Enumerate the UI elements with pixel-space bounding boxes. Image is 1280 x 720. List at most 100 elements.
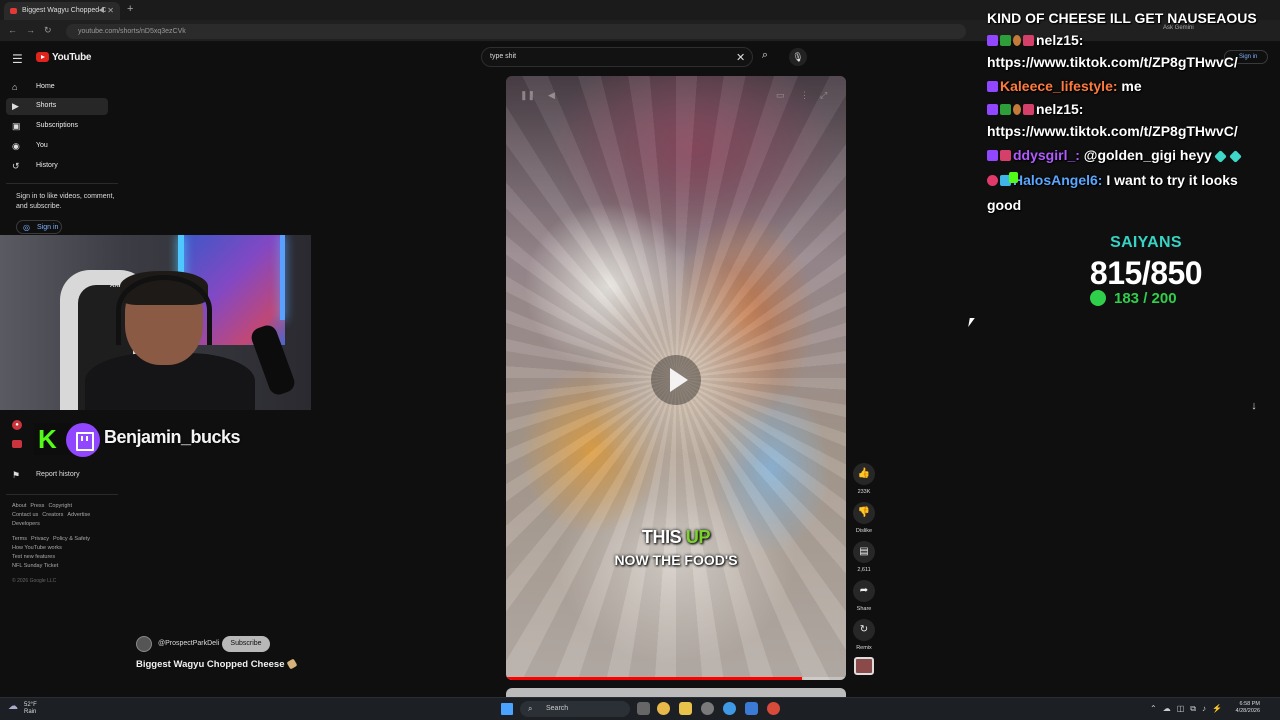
footer-link-creators[interactable]: Creators <box>42 512 63 518</box>
weather-widget[interactable]: ☁ 52°F Rain <box>8 702 37 716</box>
footer-link-press[interactable]: Press <box>30 503 44 509</box>
chat-text: I want to try it looks <box>1102 172 1238 188</box>
footer-link-test-features[interactable]: Test new features <box>12 554 55 560</box>
chat-username: Kaleece_lifestyle: <box>1000 78 1118 94</box>
windows-start-icon[interactable] <box>501 703 513 715</box>
sidebar-item-subscriptions[interactable]: ▣ Subscriptions <box>6 118 108 135</box>
taskbar-search[interactable]: ⌕ Search <box>520 701 630 717</box>
footer-link-contact[interactable]: Contact us <box>12 512 38 518</box>
verified-badge-icon <box>1000 104 1011 115</box>
sidebar-item-home[interactable]: ⌂ Home <box>6 79 108 96</box>
dislike-label: Dislike <box>855 528 873 534</box>
chrome-icon[interactable] <box>723 702 736 715</box>
report-history-button[interactable]: ⚑ Report history <box>12 470 80 480</box>
search-input[interactable]: type shit <box>490 53 516 60</box>
webcam-led-strip <box>280 235 285 320</box>
chat-text: https://www.tiktok.com/t/ZP8gTHwvC/ <box>987 123 1238 139</box>
remix-label: Remix <box>856 645 872 651</box>
shorts-icon: ▶ <box>12 101 19 111</box>
captions-icon[interactable]: ▭ <box>776 90 785 101</box>
subscriptions-icon: ▣ <box>12 121 21 131</box>
sidebar-item-history[interactable]: ↺ History <box>6 158 108 175</box>
url-field[interactable]: youtube.com/shorts/nD5xq3ezCVk <box>66 24 966 39</box>
comment-icon[interactable]: ▤ <box>853 541 875 563</box>
sidebar-item-label: Shorts <box>36 102 57 109</box>
footer-link-nfl[interactable]: NFL Sunday Ticket <box>12 563 58 569</box>
channel-name[interactable]: @ProspectParkDeli <box>158 640 219 647</box>
menu-icon[interactable]: ☰ <box>12 52 23 66</box>
new-tab-button[interactable]: + <box>127 3 133 15</box>
gift-badge-icon <box>1000 150 1011 161</box>
weather-condition: Rain <box>24 709 37 715</box>
obs-icon[interactable] <box>767 702 780 715</box>
sidebar-item-label: History <box>36 162 58 169</box>
back-icon[interactable]: ← <box>8 25 17 35</box>
chat-username: ddysgirl_: <box>1013 147 1080 163</box>
chat-message: ddysgirl_: @golden_gigi heyy <box>987 144 1242 167</box>
kick-badge-icon <box>1009 172 1018 183</box>
thumbs-up-icon[interactable]: 👍 <box>853 463 875 485</box>
channel-avatar[interactable] <box>136 636 152 652</box>
forward-icon[interactable]: → <box>26 25 35 35</box>
like-button[interactable]: 👍 233K <box>850 463 878 495</box>
pause-icon[interactable]: ❚❚ <box>520 90 535 101</box>
like-count: 233K <box>857 489 871 495</box>
microphone-icon[interactable]: 🎙 <box>789 48 807 66</box>
footer-link-copyright[interactable]: Copyright <box>48 503 72 509</box>
footer-link-developers[interactable]: Developers <box>12 521 40 527</box>
chat-text: KIND OF CHEESE ILL GET NAUSEAOUS <box>987 10 1257 26</box>
task-view-icon[interactable] <box>637 702 650 715</box>
share-icon[interactable]: ➦ <box>853 580 875 602</box>
reload-icon[interactable]: ↻ <box>44 25 52 36</box>
footer-link-terms[interactable]: Terms <box>12 536 27 542</box>
search-box[interactable]: type shit ✕ <box>481 47 753 67</box>
audio-thumbnail[interactable] <box>854 657 874 675</box>
thumbs-down-icon[interactable]: 👎 <box>853 502 875 524</box>
history-icon: ↺ <box>12 161 20 171</box>
fullscreen-icon[interactable]: ⤢ <box>820 90 827 101</box>
footer-link-privacy[interactable]: Privacy <box>31 536 49 542</box>
you-icon: ◉ <box>12 141 20 151</box>
verified-badge-icon <box>1000 35 1011 46</box>
sidebar-item-shorts[interactable]: ▶ Shorts <box>6 98 108 115</box>
clear-search-icon[interactable]: ✕ <box>736 51 745 64</box>
share-button[interactable]: ➦ Share <box>850 580 878 612</box>
shorts-video-player[interactable]: ❚❚ ◀ ▭ ⋮ ⤢ THIS UP NOW THE FOOD'S <box>506 76 846 680</box>
footer-link-how-youtube-works[interactable]: How YouTube works <box>12 545 62 551</box>
comment-count: 2,611 <box>857 567 871 573</box>
chat-username: nelz15: <box>1036 101 1084 117</box>
sidebar-divider <box>6 494 118 495</box>
chat-text: good <box>987 197 1022 213</box>
speaker-icon[interactable]: ◀ <box>99 6 104 14</box>
search-icon[interactable]: ⌕ <box>756 49 774 65</box>
sidebar-sign-in-button[interactable]: ◎ Sign in <box>16 220 62 234</box>
scroll-down-icon[interactable]: ↓ <box>1244 396 1264 416</box>
video-title-text: Biggest Wagyu Chopped Cheese <box>136 659 285 670</box>
subscribe-button[interactable]: Subscribe <box>222 636 270 652</box>
taskbar-clock[interactable]: 6:58 PM 4/28/2026 <box>1228 701 1260 715</box>
youtube-logo-icon[interactable] <box>36 52 49 62</box>
close-tab-icon[interactable]: ✕ <box>107 6 114 15</box>
dislike-button[interactable]: 👎 Dislike <box>850 502 878 534</box>
volume-icon[interactable]: ◀ <box>548 90 555 101</box>
app-icon[interactable] <box>745 702 758 715</box>
footer-link-policy[interactable]: Policy & Safety <box>53 536 90 542</box>
remix-icon[interactable]: ↻ <box>853 619 875 641</box>
system-tray[interactable]: ⌃☁◫⧉♪⚡ <box>1150 704 1228 714</box>
video-progress-bar[interactable] <box>506 677 846 680</box>
copilot-icon[interactable] <box>657 702 670 715</box>
sidebar-item-you[interactable]: ◉ You <box>6 138 108 155</box>
video-title: Biggest Wagyu Chopped Cheese <box>136 658 297 670</box>
settings-icon[interactable] <box>701 702 714 715</box>
file-explorer-icon[interactable] <box>679 702 692 715</box>
play-button-icon[interactable] <box>651 355 701 405</box>
browser-tab[interactable]: Biggest Wagyu Chopped C ◀ ✕ <box>4 2 120 20</box>
footer-link-about[interactable]: About <box>12 503 26 509</box>
more-options-icon[interactable]: ⋮ <box>800 90 809 101</box>
share-label: Share <box>856 606 872 612</box>
footer-link-advertise[interactable]: Advertise <box>67 512 90 518</box>
comments-button[interactable]: ▤ 2,611 <box>850 541 878 573</box>
remix-button[interactable]: ↻ Remix <box>850 619 878 651</box>
youtube-logo-text[interactable]: YouTube <box>52 52 92 63</box>
youtube-favicon-icon <box>10 8 17 14</box>
